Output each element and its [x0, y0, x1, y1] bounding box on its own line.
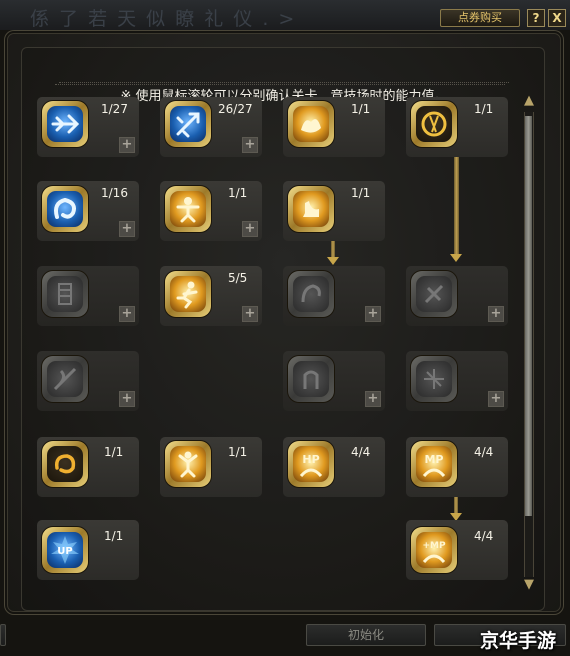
skill-level: 1/1 [351, 102, 371, 116]
gold-dash-icon[interactable] [411, 101, 457, 147]
skill-level: 1/27 [101, 102, 128, 116]
divider [55, 84, 505, 85]
mp-plus-icon[interactable]: +MP [411, 527, 457, 573]
locked-slash-icon[interactable] [42, 356, 88, 402]
skill-level: 5/5 [228, 271, 248, 285]
skill-link [331, 240, 335, 258]
close-button[interactable]: X [548, 9, 566, 27]
skill-level: 26/27 [218, 102, 253, 116]
scroll-thumb[interactable] [525, 116, 532, 516]
add-point-icon[interactable]: + [242, 137, 258, 153]
skill-level: 1/1 [228, 445, 248, 459]
skill-link [454, 495, 458, 515]
skill-level: 4/4 [474, 529, 494, 543]
add-point-icon[interactable]: + [119, 391, 135, 407]
reset-button[interactable]: 初始化 [306, 624, 426, 646]
up-label: UP [57, 546, 72, 557]
up-icon[interactable]: UP [42, 527, 88, 573]
hp-icon[interactable]: HP [288, 441, 334, 487]
locked-hand-icon[interactable] [288, 356, 334, 402]
arrow-down-icon [327, 257, 339, 265]
window-title: 係 了 若 天 似 瞭 礼 仪 . > [30, 8, 297, 30]
locked-spark-icon[interactable] [411, 356, 457, 402]
arrow-down-icon [450, 254, 462, 262]
skill-link [454, 155, 459, 255]
add-point-icon[interactable]: + [488, 391, 504, 407]
hp-label: HP [302, 453, 319, 466]
gold-ring-icon[interactable] [42, 441, 88, 487]
skill-level: 1/1 [351, 186, 371, 200]
locked-claw-icon[interactable] [288, 271, 334, 317]
side-button[interactable] [0, 624, 6, 646]
skill-level: 4/4 [351, 445, 371, 459]
blue-swirl-icon[interactable] [42, 186, 88, 232]
mp-label: MP [424, 453, 443, 466]
help-button[interactable]: ? [527, 9, 545, 27]
skill-level: 1/1 [104, 445, 124, 459]
skill-level: 1/1 [104, 529, 124, 543]
scroll-down-icon[interactable]: ▼ [521, 578, 537, 592]
gold-wing-icon[interactable] [288, 101, 334, 147]
add-point-icon[interactable]: + [119, 221, 135, 237]
add-point-icon[interactable]: + [488, 306, 504, 322]
buy-cash-button[interactable]: 点券购买 [440, 9, 520, 27]
add-point-icon[interactable]: + [242, 306, 258, 322]
scrollbar[interactable]: ▲ ▼ [519, 94, 539, 594]
locked-burst-icon[interactable] [411, 271, 457, 317]
skill-level: 4/4 [474, 445, 494, 459]
watermark-logo: 京华手游 [480, 630, 557, 652]
mp-icon[interactable]: MP [411, 441, 457, 487]
divider [59, 82, 509, 83]
add-point-icon[interactable]: + [242, 221, 258, 237]
skill-level: 1/16 [101, 186, 128, 200]
scroll-up-icon[interactable]: ▲ [521, 94, 537, 108]
skill-level: 1/1 [228, 186, 248, 200]
skill-level: 1/1 [474, 102, 494, 116]
gold-hand-icon[interactable] [288, 186, 334, 232]
gold-run-icon[interactable] [165, 271, 211, 317]
gold-figure-icon[interactable] [165, 186, 211, 232]
add-point-icon[interactable]: + [119, 306, 135, 322]
add-point-icon[interactable]: + [119, 137, 135, 153]
blue-arrow-burst-icon[interactable] [165, 101, 211, 147]
locked-figure-icon[interactable] [42, 271, 88, 317]
blue-arrow-icon[interactable] [42, 101, 88, 147]
add-point-icon[interactable]: + [365, 306, 381, 322]
mp-plus-label: +MP [422, 541, 445, 551]
gold-jump-icon[interactable] [165, 441, 211, 487]
add-point-icon[interactable]: + [365, 391, 381, 407]
title-bar: 係 了 若 天 似 瞭 礼 仪 . > 点券购买 ? X [0, 0, 570, 30]
